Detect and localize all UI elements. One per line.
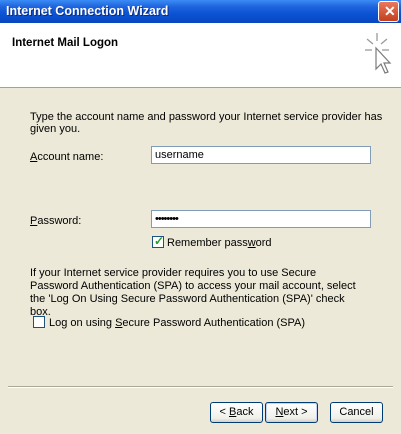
remember-password-label[interactable]: Remember password — [167, 237, 272, 249]
checkmark-icon: ✓ — [154, 234, 165, 248]
wizard-content: Type the account name and password your … — [0, 89, 401, 386]
wizard-header: Internet Mail Logon — [0, 23, 401, 88]
password-input[interactable]: •••••••• — [151, 210, 371, 228]
intro-text: Type the account name and password your … — [30, 111, 383, 135]
back-button[interactable]: < Back — [210, 402, 263, 423]
remember-password-checkbox[interactable]: ✓ — [152, 234, 165, 248]
spa-description: If your Internet service provider requir… — [30, 267, 356, 318]
window-title: Internet Connection Wizard — [6, 4, 169, 18]
close-icon: ✕ — [384, 3, 396, 19]
account-name-label: Account name: — [30, 151, 104, 163]
password-label: Password: — [30, 215, 82, 227]
close-button[interactable]: ✕ — [378, 1, 399, 22]
cancel-button[interactable]: Cancel — [330, 402, 383, 423]
page-title: Internet Mail Logon — [12, 37, 119, 49]
spa-checkbox[interactable] — [33, 316, 45, 328]
next-button[interactable]: Next > — [265, 402, 318, 423]
account-name-input[interactable]: username — [151, 146, 371, 164]
wizard-window: Internet Connection Wizard ✕ Internet Ma… — [0, 0, 401, 434]
spa-checkbox-label[interactable]: Log on using Secure Password Authenticat… — [49, 317, 305, 329]
wizard-cursor-icon — [365, 33, 392, 74]
title-bar[interactable]: Internet Connection Wizard ✕ — [0, 0, 401, 23]
footer-separator — [8, 386, 393, 388]
